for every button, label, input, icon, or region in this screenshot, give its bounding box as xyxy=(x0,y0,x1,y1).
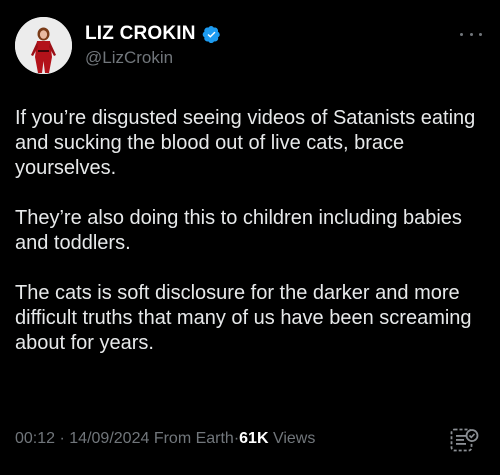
author-handle[interactable]: @LizCrokin xyxy=(85,48,173,68)
avatar-image xyxy=(15,17,72,74)
meta-separator: · xyxy=(59,430,65,447)
translate-grok-icon[interactable] xyxy=(449,427,479,453)
post-meta: 00:12 · 14/09/2024 From Earth·61K Views xyxy=(15,430,315,448)
post-paragraph: If you’re disgusted seeing videos of Sat… xyxy=(15,107,476,179)
author-name-row: LIZ CROKIN xyxy=(85,23,221,45)
post-card: LIZ CROKIN @LizCrokin If you’re disguste… xyxy=(0,0,500,475)
post-text: If you’re disgusted seeing videos of Sat… xyxy=(15,106,485,381)
author-display-name[interactable]: LIZ CROKIN xyxy=(85,23,196,45)
views-label: Views xyxy=(272,430,316,447)
more-options-icon[interactable] xyxy=(460,30,482,38)
post-date[interactable]: 14/09/2024 xyxy=(69,430,149,447)
post-paragraph: The cats is soft disclosure for the dark… xyxy=(15,282,472,354)
avatar[interactable] xyxy=(15,17,72,74)
post-time[interactable]: 00:12 xyxy=(15,430,55,447)
post-source: From Earth xyxy=(153,430,234,447)
post-paragraph: They’re also doing this to children incl… xyxy=(15,207,462,254)
verified-badge-icon[interactable] xyxy=(202,25,221,44)
views-count[interactable]: 61K xyxy=(239,430,268,447)
